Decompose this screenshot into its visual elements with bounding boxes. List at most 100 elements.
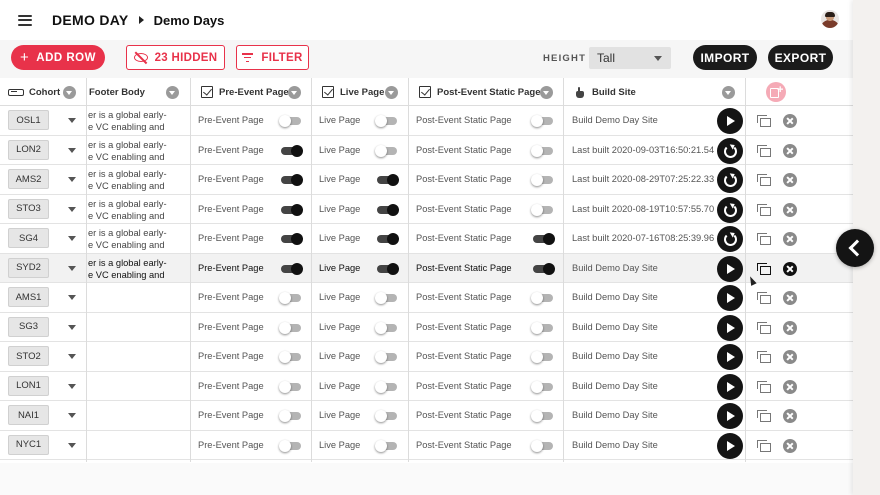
duplicate-icon[interactable] bbox=[757, 115, 771, 127]
column-header-build-site[interactable]: Build Site bbox=[576, 78, 744, 106]
pre-event-toggle[interactable] bbox=[279, 262, 303, 275]
cohort-chip[interactable]: OSL1 bbox=[8, 110, 49, 130]
pre-event-toggle[interactable] bbox=[279, 144, 303, 157]
pre-event-toggle[interactable] bbox=[279, 115, 303, 127]
column-menu-icon[interactable] bbox=[63, 85, 76, 99]
import-button[interactable]: IMPORT bbox=[693, 45, 757, 70]
duplicate-icon[interactable] bbox=[757, 174, 771, 186]
table-row[interactable]: SG4 er is a global early-e VC enabling an… bbox=[0, 224, 853, 254]
live-page-toggle[interactable] bbox=[375, 439, 399, 452]
column-menu-icon[interactable] bbox=[166, 85, 179, 99]
table-row[interactable]: LON1 Pre-Event Page Live Page Post-Event St… bbox=[0, 371, 853, 401]
footer-body-cell[interactable] bbox=[88, 404, 188, 428]
live-page-toggle[interactable] bbox=[375, 292, 399, 304]
cohort-chip[interactable]: NYC1 bbox=[8, 434, 49, 455]
play-icon[interactable] bbox=[717, 373, 743, 400]
pre-event-toggle[interactable] bbox=[279, 439, 303, 452]
column-menu-icon[interactable] bbox=[288, 85, 301, 99]
delete-icon[interactable] bbox=[783, 409, 797, 423]
delete-icon[interactable] bbox=[783, 173, 797, 187]
footer-body-cell[interactable] bbox=[88, 434, 188, 458]
chevron-down-icon[interactable] bbox=[68, 295, 76, 300]
cohort-chip[interactable]: SG4 bbox=[8, 228, 49, 248]
footer-body-cell[interactable] bbox=[88, 316, 188, 340]
duplicate-icon[interactable] bbox=[757, 351, 771, 363]
duplicate-icon[interactable] bbox=[757, 380, 771, 393]
menu-icon[interactable] bbox=[18, 14, 32, 26]
duplicate-icon[interactable] bbox=[757, 203, 771, 216]
chevron-down-icon[interactable] bbox=[68, 324, 76, 330]
duplicate-icon[interactable] bbox=[757, 262, 771, 275]
delete-icon[interactable] bbox=[783, 379, 797, 394]
live-page-toggle[interactable] bbox=[375, 233, 399, 245]
chevron-down-icon[interactable] bbox=[68, 147, 76, 153]
duplicate-icon[interactable] bbox=[757, 292, 771, 304]
footer-body-cell[interactable]: er is a global early-e VC enabling and bbox=[88, 168, 188, 192]
breadcrumb-root[interactable]: DEMO DAY bbox=[52, 12, 129, 28]
chevron-down-icon[interactable] bbox=[68, 383, 76, 389]
chevron-down-icon[interactable] bbox=[68, 442, 76, 448]
table-row[interactable]: SG3 Pre-Event Page Live Page Post-Event Sta… bbox=[0, 312, 853, 342]
cohort-chip[interactable]: NAI1 bbox=[8, 405, 49, 425]
delete-icon[interactable] bbox=[783, 261, 797, 276]
table-row[interactable]: STO2 Pre-Event Page Live Page Post-Event St… bbox=[0, 342, 853, 372]
duplicate-icon[interactable] bbox=[757, 144, 771, 157]
pre-event-toggle[interactable] bbox=[279, 292, 303, 304]
live-page-toggle[interactable] bbox=[375, 203, 399, 216]
footer-body-cell[interactable] bbox=[88, 286, 188, 310]
chevron-down-icon[interactable] bbox=[68, 118, 76, 123]
delete-icon[interactable] bbox=[783, 114, 797, 128]
live-page-toggle[interactable] bbox=[375, 351, 399, 363]
height-select[interactable]: Tall bbox=[589, 47, 671, 69]
post-event-toggle[interactable] bbox=[531, 292, 555, 304]
duplicate-icon[interactable] bbox=[757, 233, 771, 245]
footer-body-cell[interactable] bbox=[88, 345, 188, 369]
delete-icon[interactable] bbox=[783, 438, 797, 453]
delete-icon[interactable] bbox=[783, 143, 797, 158]
post-event-toggle[interactable] bbox=[531, 115, 555, 127]
chevron-down-icon[interactable] bbox=[68, 265, 76, 271]
play-icon[interactable] bbox=[717, 255, 743, 282]
play-icon[interactable] bbox=[717, 314, 743, 341]
chevron-left-icon[interactable] bbox=[836, 229, 874, 267]
pre-event-toggle[interactable] bbox=[279, 174, 303, 186]
footer-body-cell[interactable]: er is a global early-e VC enabling and bbox=[88, 109, 188, 133]
delete-icon[interactable] bbox=[783, 350, 797, 364]
filter-button[interactable]: FILTER bbox=[236, 45, 309, 70]
duplicate-icon[interactable] bbox=[757, 321, 771, 334]
column-header-footer-body[interactable]: Footer Body bbox=[89, 78, 189, 106]
post-event-toggle[interactable] bbox=[531, 262, 555, 275]
cohort-chip[interactable]: LON2 bbox=[8, 139, 49, 160]
cohort-chip[interactable]: STO3 bbox=[8, 198, 49, 219]
add-row-button[interactable]: + ADD ROW bbox=[11, 45, 105, 70]
post-event-toggle[interactable] bbox=[531, 144, 555, 157]
live-page-toggle[interactable] bbox=[375, 144, 399, 157]
rebuild-icon[interactable] bbox=[717, 196, 743, 223]
chevron-down-icon[interactable] bbox=[68, 354, 76, 359]
post-event-toggle[interactable] bbox=[531, 174, 555, 186]
play-icon[interactable] bbox=[717, 108, 743, 134]
live-page-toggle[interactable] bbox=[375, 174, 399, 186]
table-row[interactable]: SYD2 er is a global early-e VC enabling a… bbox=[0, 253, 853, 283]
live-page-toggle[interactable] bbox=[375, 380, 399, 393]
rebuild-icon[interactable] bbox=[717, 167, 743, 193]
pre-event-toggle[interactable] bbox=[279, 380, 303, 393]
pre-event-toggle[interactable] bbox=[279, 321, 303, 334]
footer-body-cell[interactable]: er is a global early-e VC enabling and bbox=[88, 198, 188, 222]
post-event-toggle[interactable] bbox=[531, 439, 555, 452]
live-page-toggle[interactable] bbox=[375, 262, 399, 275]
cohort-chip[interactable]: SYD2 bbox=[8, 257, 49, 278]
table-row[interactable]: STO3 er is a global early-e VC enabling a… bbox=[0, 194, 853, 224]
delete-icon[interactable] bbox=[783, 320, 797, 335]
chevron-down-icon[interactable] bbox=[68, 236, 76, 241]
post-event-toggle[interactable] bbox=[531, 203, 555, 216]
column-header-live[interactable]: Live Page bbox=[322, 78, 406, 106]
pre-event-toggle[interactable] bbox=[279, 233, 303, 245]
cohort-chip[interactable]: STO2 bbox=[8, 346, 49, 366]
hidden-fields-button[interactable]: 23 HIDDEN bbox=[126, 45, 225, 70]
column-header-cohort[interactable]: Cohort bbox=[0, 78, 86, 106]
post-event-toggle[interactable] bbox=[531, 380, 555, 393]
live-page-toggle[interactable] bbox=[375, 321, 399, 334]
avatar[interactable] bbox=[821, 10, 839, 28]
rebuild-icon[interactable] bbox=[717, 226, 743, 252]
